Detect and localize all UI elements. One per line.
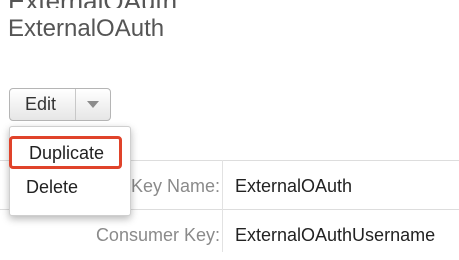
column-divider	[222, 160, 223, 252]
actions-dropdown-menu: Duplicate Delete	[9, 126, 131, 216]
edit-button[interactable]: Edit	[10, 89, 76, 120]
menu-item-delete[interactable]: Delete	[26, 177, 78, 198]
cropped-heading-text: ExternalOAuth	[8, 0, 177, 8]
actions-button-group: Edit	[9, 88, 111, 121]
menu-item-duplicate[interactable]: Duplicate	[29, 143, 104, 164]
consumer-key-label: Consumer Key:	[95, 225, 220, 245]
key-name-label: Key Name:	[130, 176, 220, 196]
key-name-value: ExternalOAuth	[235, 176, 353, 196]
page-title: ExternalOAuth	[8, 15, 165, 42]
consumer-key-value: ExternalOAuthUsername	[235, 225, 436, 245]
chevron-down-icon	[87, 100, 99, 108]
cropped-heading-remnant: ExternalOAuth	[0, 0, 459, 8]
actions-dropdown-toggle[interactable]	[76, 89, 110, 120]
field-row-consumer-key: Consumer Key: ExternalOAuthUsername	[0, 210, 459, 260]
